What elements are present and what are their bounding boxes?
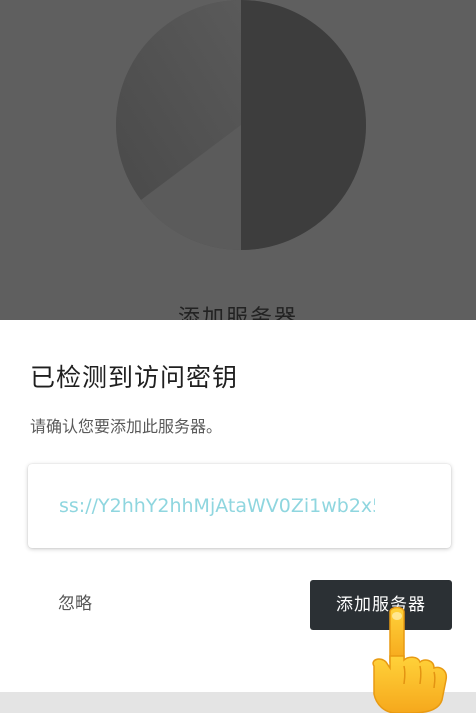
- dialog-message: 请确认您要添加此服务器。: [30, 417, 223, 436]
- loading-spinner-icon: [116, 0, 366, 250]
- background-title: 添加服务器: [177, 306, 298, 320]
- access-key-text: ss://Y2hhY2hhMjAtaWV0Zi1wb2x5: [59, 495, 375, 517]
- bottom-bar: [0, 692, 476, 713]
- ignore-button[interactable]: 忽略: [40, 578, 110, 630]
- access-key-dialog: 已检测到访问密钥 请确认您要添加此服务器。 ss://Y2hhY2hhMjAta…: [0, 320, 476, 692]
- access-key-card: ss://Y2hhY2hhMjAtaWV0Zi1wb2x5: [28, 464, 451, 548]
- dimmed-background: 添加服务器: [0, 0, 476, 320]
- dialog-title: 已检测到访问密钥: [30, 363, 239, 392]
- add-server-button[interactable]: 添加服务器: [310, 580, 452, 630]
